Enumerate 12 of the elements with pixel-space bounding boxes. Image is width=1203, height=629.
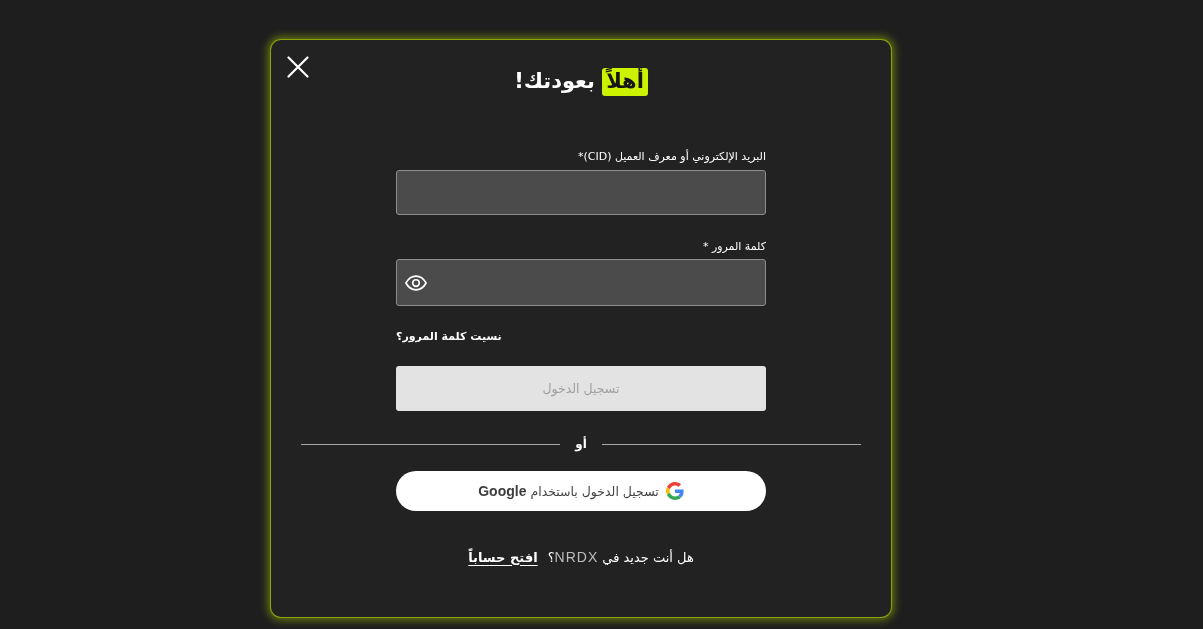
- google-logo-icon: [665, 482, 684, 500]
- password-field[interactable]: [396, 259, 766, 306]
- field-label: كلمة المرور *: [701, 240, 766, 254]
- close-button[interactable]: [287, 56, 309, 78]
- field-label: البريد الإلكتروني أو معرف العميل (CID)*: [576, 150, 766, 164]
- email-field[interactable]: [396, 170, 766, 215]
- close-icon: [287, 56, 309, 78]
- eye-icon[interactable]: [405, 274, 427, 291]
- dialog-title: أهلاً بعودتك!: [514, 65, 648, 98]
- forgot-password-link[interactable]: نسيت كلمة المرور؟: [396, 330, 502, 343]
- divider-text: أو: [575, 437, 587, 451]
- signup-link[interactable]: افتح حساباً: [468, 549, 538, 565]
